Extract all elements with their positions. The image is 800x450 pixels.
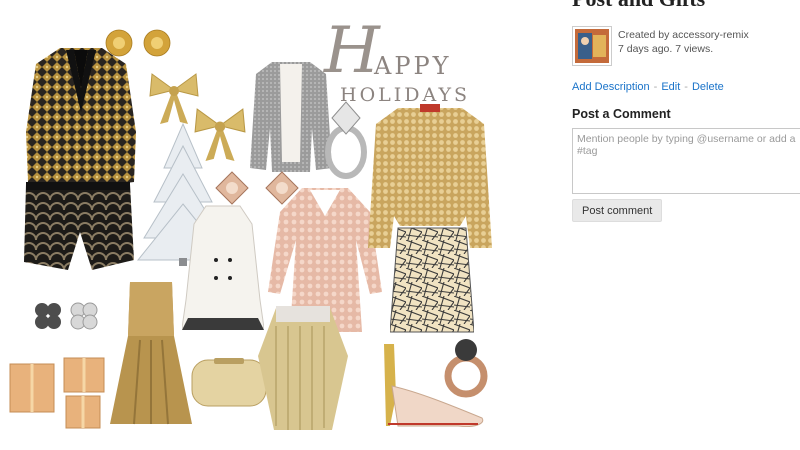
diamond-ring-image	[325, 101, 367, 179]
greeting-initial: H	[324, 14, 380, 88]
creator-block: Created by accessory-remix 7 days ago. 7…	[572, 26, 749, 66]
pearl-ring-image	[444, 339, 488, 398]
clover-earrings-image	[35, 302, 98, 330]
edit-link[interactable]: Edit	[661, 81, 680, 93]
collage-canvas[interactable]: H APPY HOLIDAYS	[0, 0, 560, 450]
greeting-line-2: HOLIDAYS	[340, 84, 471, 106]
comment-heading: Post a Comment	[572, 107, 671, 121]
delete-link[interactable]: Delete	[692, 81, 724, 93]
gold-flower-earrings-image	[105, 29, 171, 57]
gift-boxes-image	[9, 357, 105, 429]
time-views: 7 days ago. 7 views.	[618, 43, 714, 55]
separator: -	[653, 81, 658, 93]
white-coat-image	[182, 205, 264, 330]
happy-holidays-title: H APPY HOLIDAYS	[318, 14, 478, 108]
sequin-blazer-image	[26, 48, 136, 192]
scallop-shorts-image	[24, 182, 134, 270]
avatar[interactable]	[572, 26, 612, 66]
gold-clutch-image	[191, 358, 267, 407]
set-info-panel: Post and Gifts Created by accessory-remi…	[560, 0, 800, 450]
post-comment-button[interactable]: Post comment	[572, 199, 663, 222]
greeting-line-1: APPY	[374, 52, 452, 80]
gold-cocktail-dress-image	[110, 282, 192, 425]
set-title: Post and Gifts	[572, 0, 705, 12]
creator-meta: Created by accessory-remix 7 days ago. 7…	[618, 26, 749, 66]
add-description-link[interactable]: Add Description	[572, 81, 650, 93]
comment-input[interactable]	[572, 128, 800, 194]
separator: -	[684, 81, 688, 93]
fringe-dress-image	[258, 306, 348, 430]
set-actions: Add Description - Edit - Delete	[572, 81, 724, 93]
creator-link[interactable]: Created by accessory-remix	[618, 28, 749, 42]
mosaic-skirt-image	[390, 227, 474, 333]
